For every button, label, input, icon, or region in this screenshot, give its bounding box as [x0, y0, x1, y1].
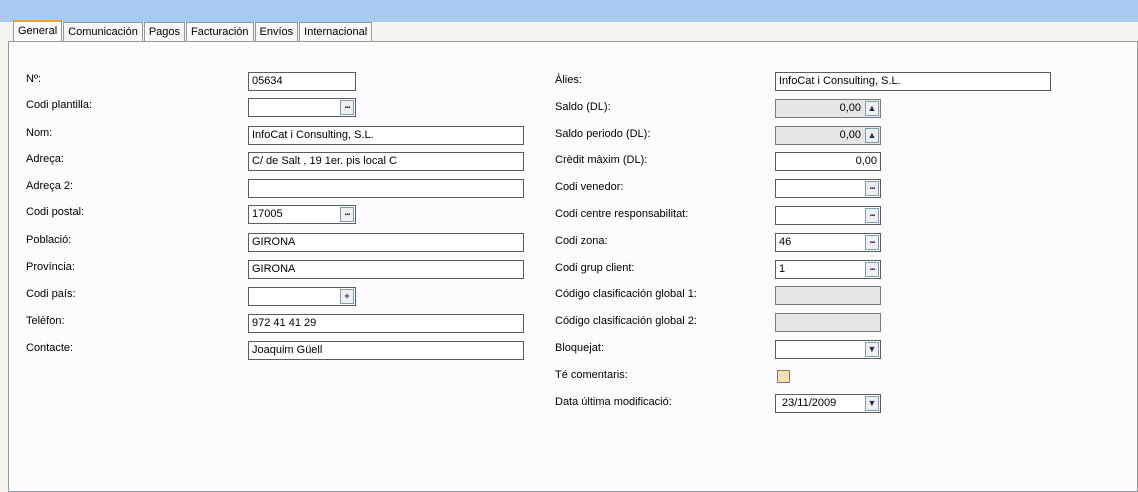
bloquejat-select[interactable]: ▼: [775, 340, 881, 359]
provincia-label: Província:: [26, 261, 75, 273]
codi-pais-label: Codi país:: [26, 288, 76, 300]
provincia-value: GIRONA: [252, 263, 296, 275]
codi-plantilla-field[interactable]: ...: [248, 98, 356, 117]
codi-zona-label: Codi zona:: [555, 235, 608, 247]
data-modif-datepicker[interactable]: 23/11/2009 ▼: [775, 394, 881, 413]
codi-zona-value: 46: [779, 236, 792, 248]
contacte-field[interactable]: Joaquim Güell: [248, 341, 524, 360]
credit-maxim-field[interactable]: 0,00: [775, 152, 881, 171]
poblacio-value: GIRONA: [252, 236, 296, 248]
codi-grup-field[interactable]: 1 ...: [775, 260, 881, 279]
saldo-spin-button[interactable]: ▲: [865, 101, 879, 116]
credit-maxim-value: 0,00: [855, 155, 877, 167]
codi-venedor-lookup-button[interactable]: ...: [865, 181, 879, 196]
contacte-value: Joaquim Güell: [252, 344, 323, 356]
credit-maxim-label: Crèdit màxim (DL):: [555, 154, 648, 166]
numero-field[interactable]: 05634: [248, 72, 356, 91]
tab-strip: General Comunicación Pagos Facturación E…: [13, 20, 373, 42]
numero-label: Nº:: [26, 73, 42, 85]
poblacio-field[interactable]: GIRONA: [248, 233, 524, 252]
nom-label: Nom:: [26, 127, 53, 139]
codi-postal-field[interactable]: 17005 ...: [248, 205, 356, 224]
codi-zona-field[interactable]: 46 ...: [775, 233, 881, 252]
codi-grup-label: Codi grup client:: [555, 262, 635, 274]
telefon-label: Telèfon:: [26, 315, 65, 327]
clasif1-field: [775, 286, 881, 305]
codi-venedor-field[interactable]: ...: [775, 179, 881, 198]
saldo-value: 0,00: [839, 102, 861, 114]
tab-internacional[interactable]: Internacional: [299, 22, 373, 41]
saldo-field: 0,00 ▲: [775, 99, 881, 118]
alies-field[interactable]: InfoCat i Consulting, S.L.: [775, 72, 1051, 91]
tab-general[interactable]: General: [13, 20, 63, 41]
numero-value: 05634: [252, 75, 283, 87]
saldo-label: Saldo (DL):: [555, 101, 611, 113]
codi-pais-plus-button[interactable]: +: [340, 289, 354, 304]
poblacio-label: Població:: [26, 234, 72, 246]
alies-label: Àlies:: [555, 74, 582, 86]
codi-plantilla-lookup-button[interactable]: ...: [340, 100, 354, 115]
tab-facturacion[interactable]: Facturación: [186, 22, 254, 41]
tab-pagos[interactable]: Pagos: [143, 22, 186, 41]
saldo-periodo-spin-button[interactable]: ▲: [865, 128, 879, 143]
adreca2-label: Adreça 2:: [26, 180, 74, 192]
saldo-periodo-label: Saldo periodo (DL):: [555, 128, 651, 140]
window-top-band: [0, 0, 1138, 22]
te-comentaris-label: Té comentaris:: [555, 369, 628, 381]
alies-value: InfoCat i Consulting, S.L.: [779, 75, 901, 87]
provincia-field[interactable]: GIRONA: [248, 260, 524, 279]
adreca-value: C/ de Salt , 19 1er. pis local C: [252, 155, 397, 167]
saldo-periodo-field: 0,00 ▲: [775, 126, 881, 145]
codi-grup-lookup-button[interactable]: ...: [865, 262, 879, 277]
codi-postal-label: Codi postal:: [26, 206, 85, 218]
tab-comunicacion[interactable]: Comunicación: [63, 22, 143, 41]
codi-pais-field[interactable]: +: [248, 287, 356, 306]
codi-centre-field[interactable]: ...: [775, 206, 881, 225]
codi-plantilla-label: Codi plantilla:: [26, 99, 93, 111]
codi-zona-lookup-button[interactable]: ...: [865, 235, 879, 250]
data-modif-label: Data última modificació:: [555, 396, 672, 408]
te-comentaris-checkbox[interactable]: [777, 370, 790, 383]
nom-field[interactable]: InfoCat i Consulting, S.L.: [248, 126, 524, 145]
data-modif-dropdown-button[interactable]: ▼: [865, 396, 879, 411]
adreca-field[interactable]: C/ de Salt , 19 1er. pis local C: [248, 152, 524, 171]
codi-venedor-label: Codi venedor:: [555, 181, 624, 193]
bloquejat-label: Bloquejat:: [555, 342, 604, 354]
codi-postal-lookup-button[interactable]: ...: [340, 207, 354, 222]
codi-postal-value: 17005: [252, 208, 283, 220]
data-modif-value: 23/11/2009: [782, 397, 837, 409]
clasif1-label: Código clasificación global 1:: [555, 288, 697, 300]
adreca2-field[interactable]: [248, 179, 524, 198]
contacte-label: Contacte:: [26, 342, 74, 354]
nom-value: InfoCat i Consulting, S.L.: [252, 129, 374, 141]
clasif2-field: [775, 313, 881, 332]
bloquejat-dropdown-button[interactable]: ▼: [865, 342, 879, 357]
codi-centre-label: Codi centre responsabilitat:: [555, 208, 689, 220]
telefon-field[interactable]: 972 41 41 29: [248, 314, 524, 333]
saldo-periodo-value: 0,00: [839, 129, 861, 141]
codi-centre-lookup-button[interactable]: ...: [865, 208, 879, 223]
adreca-label: Adreça:: [26, 153, 64, 165]
general-panel: Nº: 05634 Codi plantilla: ... Nom: InfoC…: [8, 41, 1138, 492]
tab-envios[interactable]: Envíos: [254, 22, 299, 41]
clasif2-label: Código clasificación global 2:: [555, 315, 697, 327]
codi-grup-value: 1: [779, 263, 786, 275]
telefon-value: 972 41 41 29: [252, 317, 317, 329]
